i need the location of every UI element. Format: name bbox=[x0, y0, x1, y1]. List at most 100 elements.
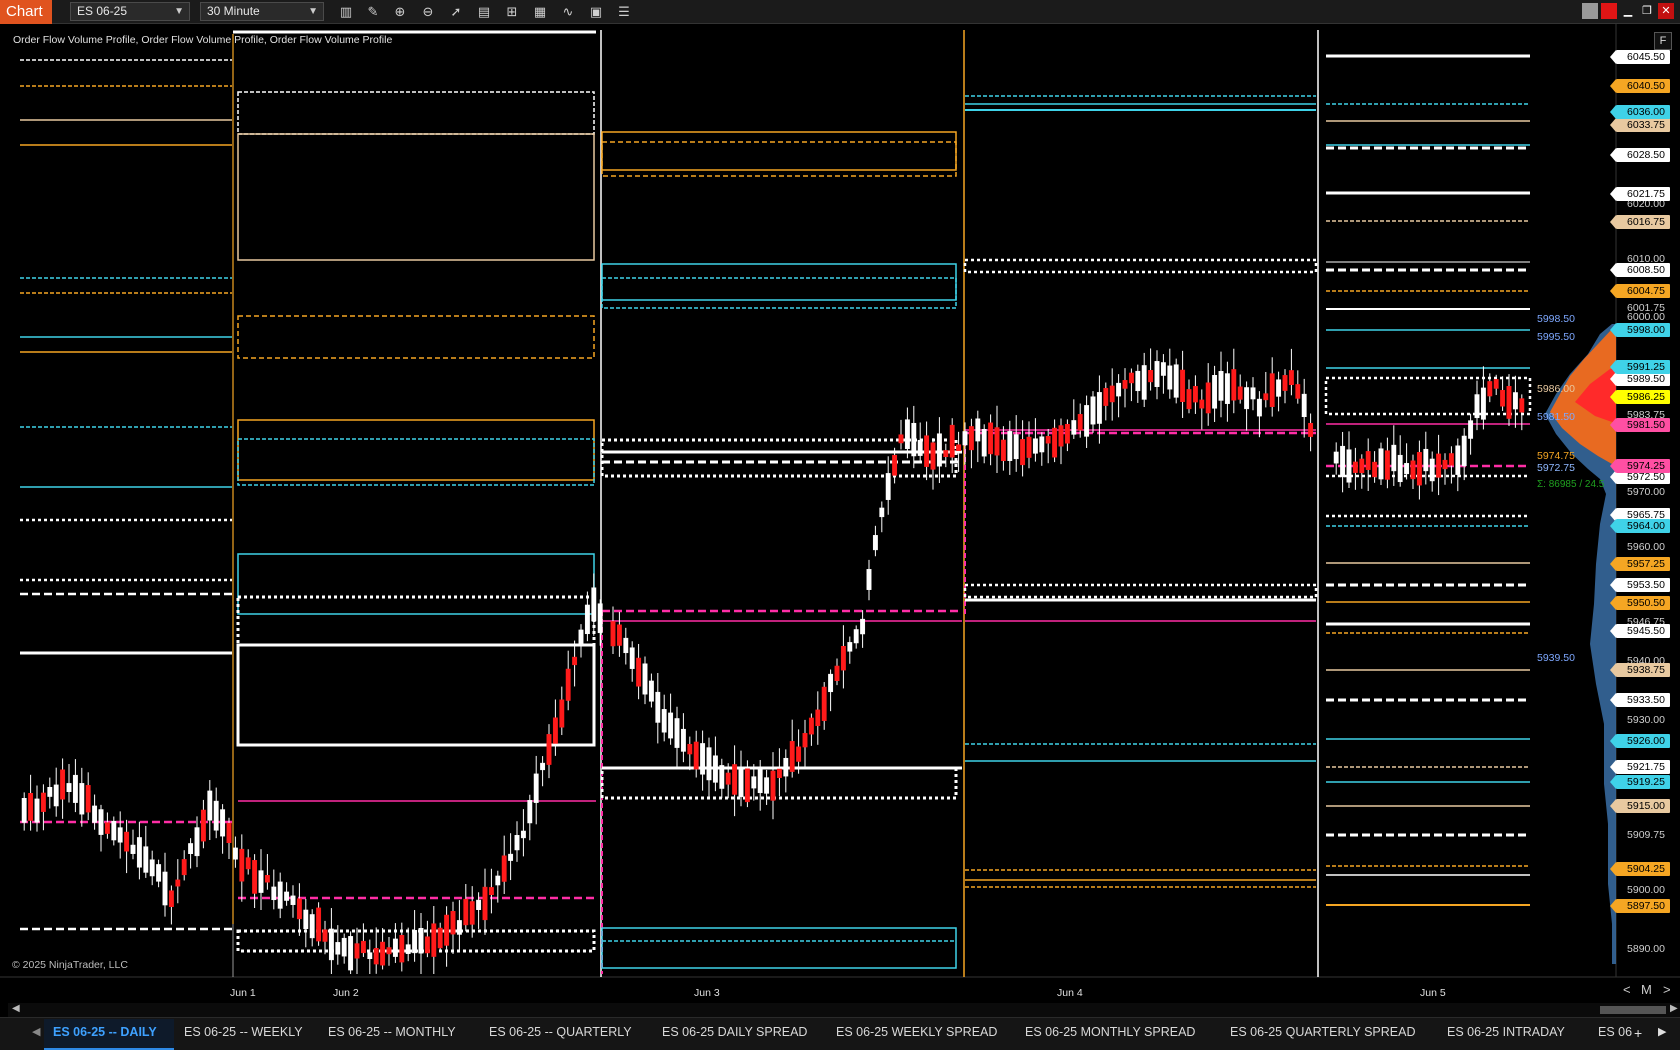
scrollbar-thumb[interactable] bbox=[1600, 1006, 1666, 1014]
properties-icon[interactable]: ⊞ bbox=[503, 3, 521, 21]
candle-down bbox=[994, 427, 1000, 456]
close-icon[interactable]: ✕ bbox=[1658, 3, 1674, 19]
candle-up bbox=[533, 773, 539, 803]
candle-down bbox=[1077, 414, 1083, 431]
candle-up bbox=[277, 881, 283, 909]
interval-selector[interactable]: 30 Minute ▼ bbox=[200, 2, 324, 21]
candle-down bbox=[175, 879, 181, 887]
candle-up bbox=[220, 809, 226, 837]
price-label: 5970.00 bbox=[1627, 486, 1665, 498]
tab-scroll-right-icon[interactable]: ▶ bbox=[1658, 1025, 1666, 1038]
candle-up bbox=[136, 837, 142, 868]
tab-scroll-left-icon[interactable]: ◀ bbox=[32, 1025, 40, 1038]
profile-tag: 5981.50 bbox=[1537, 411, 1575, 423]
price-marker: 5897.50 bbox=[1610, 899, 1670, 913]
zoom-out-button[interactable]: < bbox=[1623, 982, 1631, 997]
candle-down bbox=[264, 875, 270, 883]
candle-up bbox=[648, 680, 654, 702]
candle-down bbox=[636, 657, 642, 687]
pointer-icon[interactable]: ➚ bbox=[447, 3, 465, 21]
candle-down bbox=[802, 733, 808, 748]
indicators-icon[interactable]: ∿ bbox=[559, 3, 577, 21]
candle-up bbox=[591, 587, 597, 622]
candle-down bbox=[552, 717, 558, 744]
tab-es-monthly[interactable]: ES 06-25 -- MONTHLY bbox=[328, 1025, 456, 1039]
candle-up bbox=[828, 673, 834, 693]
tab-es-daily[interactable]: ES 06-25 -- DAILY bbox=[53, 1025, 157, 1039]
candle-down bbox=[988, 422, 994, 455]
axis-fit-button[interactable]: F bbox=[1654, 32, 1672, 50]
candle-up bbox=[1084, 405, 1090, 437]
price-marker: 5974.25 bbox=[1610, 459, 1670, 473]
candle-up bbox=[213, 800, 219, 831]
zoom-out-icon[interactable]: ⊖ bbox=[419, 3, 437, 21]
chart-trader-icon[interactable]: ▣ bbox=[587, 3, 605, 21]
candle-down bbox=[252, 860, 258, 894]
data-box-icon[interactable]: ▤ bbox=[475, 3, 493, 21]
candle-down bbox=[469, 901, 475, 925]
zoom-in-icon[interactable]: ⊕ bbox=[391, 3, 409, 21]
candle-up bbox=[1333, 451, 1339, 464]
red-square-icon[interactable] bbox=[1601, 3, 1617, 19]
price-marker: 5919.25 bbox=[1610, 775, 1670, 789]
candle-up bbox=[348, 936, 354, 971]
candle-up bbox=[584, 604, 590, 635]
tab-es-quarterly[interactable]: ES 06-25 -- QUARTERLY bbox=[489, 1025, 632, 1039]
candle-up bbox=[143, 846, 149, 873]
draw-pencil-icon[interactable]: ✎ bbox=[364, 3, 382, 21]
candle-up bbox=[130, 844, 136, 854]
price-chart[interactable] bbox=[0, 24, 1680, 979]
candle-up bbox=[111, 820, 117, 841]
candle-down bbox=[1109, 385, 1115, 403]
candle-down bbox=[616, 624, 622, 646]
candle-down bbox=[776, 768, 782, 778]
chevron-down-icon: ▼ bbox=[174, 6, 184, 17]
maximize-icon[interactable]: ❐ bbox=[1639, 3, 1655, 19]
tab-es-daily-spread[interactable]: ES 06-25 DAILY SPREAD bbox=[662, 1025, 807, 1039]
candle-down bbox=[559, 699, 565, 728]
price-marker: 5998.00 bbox=[1610, 323, 1670, 337]
price-marker: 5950.50 bbox=[1610, 596, 1670, 610]
tab-es-weekly[interactable]: ES 06-25 -- WEEKLY bbox=[184, 1025, 303, 1039]
tab-es-weekly-spread[interactable]: ES 06-25 WEEKLY SPREAD bbox=[836, 1025, 997, 1039]
tab-es-quarterly-spread[interactable]: ES 06-25 QUARTERLY SPREAD bbox=[1230, 1025, 1416, 1039]
candle-down bbox=[444, 914, 450, 946]
candle-up bbox=[207, 790, 213, 821]
candle-down bbox=[930, 442, 936, 470]
candle-down bbox=[168, 890, 174, 907]
tab-es-monthly-spread[interactable]: ES 06-25 MONTHLY SPREAD bbox=[1025, 1025, 1195, 1039]
instrument-selector[interactable]: ES 06-25 ▼ bbox=[70, 2, 190, 21]
tab-es-partial[interactable]: ES 06 bbox=[1598, 1025, 1632, 1039]
price-marker: 5989.50 bbox=[1610, 372, 1670, 386]
minimize-icon[interactable]: ▁ bbox=[1620, 3, 1636, 19]
candle-up bbox=[527, 800, 533, 824]
candle-down bbox=[482, 886, 488, 921]
candle-down bbox=[1448, 453, 1454, 466]
profile-tag: 5939.50 bbox=[1537, 652, 1575, 664]
bars-type-icon[interactable]: ▥ bbox=[337, 3, 355, 21]
candle-down bbox=[949, 424, 955, 458]
candle-up bbox=[1429, 458, 1435, 482]
list-icon[interactable]: ☰ bbox=[615, 3, 633, 21]
price-marker: 5915.00 bbox=[1610, 799, 1670, 813]
restore-gray-icon[interactable] bbox=[1582, 3, 1598, 19]
candle-up bbox=[290, 895, 296, 905]
add-tab-icon[interactable]: + bbox=[1634, 1025, 1642, 1041]
scroll-left-icon[interactable]: ◀ bbox=[12, 1003, 20, 1014]
candle-up bbox=[72, 774, 78, 803]
price-marker: 6004.75 bbox=[1610, 284, 1670, 298]
tab-es-intraday[interactable]: ES 06-25 INTRADAY bbox=[1447, 1025, 1565, 1039]
candle-up bbox=[1423, 448, 1429, 472]
candle-down bbox=[610, 621, 616, 647]
candle-down bbox=[744, 768, 750, 803]
candle-down bbox=[693, 741, 699, 770]
scroll-right-icon[interactable]: ▶ bbox=[1670, 1003, 1678, 1014]
horizontal-scrollbar[interactable]: ◀ ▶ bbox=[8, 1003, 1680, 1017]
zoom-in-button[interactable]: > bbox=[1663, 982, 1671, 997]
strategies-icon[interactable]: ▦ bbox=[531, 3, 549, 21]
candle-down bbox=[1282, 375, 1288, 391]
zoom-mode-button[interactable]: M bbox=[1641, 982, 1652, 997]
candle-down bbox=[1237, 386, 1243, 400]
candle-up bbox=[1212, 375, 1218, 409]
candle-up bbox=[232, 847, 238, 860]
